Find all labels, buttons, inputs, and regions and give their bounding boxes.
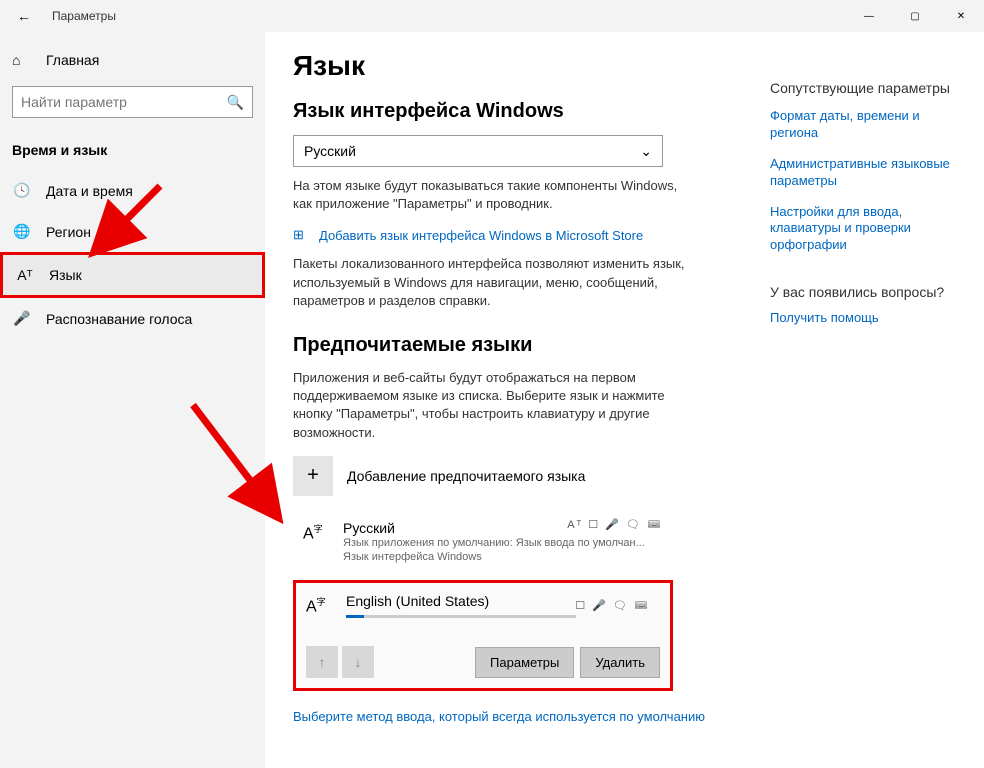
dropdown-value: Русский	[304, 143, 356, 159]
clock-icon: 🕓	[12, 182, 32, 199]
sidebar-item-label: Распознавание голоса	[46, 311, 192, 327]
language-icon: Aᵀ	[15, 267, 35, 283]
related-heading: Сопутствующие параметры	[770, 80, 970, 96]
language-meta: Язык интерфейса Windows	[343, 550, 663, 564]
sidebar-item-label: Язык	[49, 267, 82, 283]
related-link[interactable]: Настройки для ввода, клавиатуры и провер…	[770, 204, 970, 255]
language-icon: A字	[303, 520, 333, 565]
display-language-dropdown[interactable]: Русский ⌄	[293, 135, 663, 167]
language-feature-icons: Aᵀ ☐ 🎤 🗨 ⌨	[567, 518, 663, 531]
back-button[interactable]: ←	[4, 8, 44, 24]
store-icon: ⊞	[293, 227, 311, 243]
questions-heading: У вас появились вопросы?	[770, 284, 970, 300]
add-language-button[interactable]: +	[293, 456, 333, 496]
language-card-russian[interactable]: A字 Русский Язык приложения по умолчанию:…	[293, 512, 673, 573]
move-down-button[interactable]: ↓	[342, 646, 374, 678]
related-link[interactable]: Формат даты, времени и региона	[770, 108, 970, 142]
language-delete-button[interactable]: Удалить	[580, 647, 660, 678]
window-title: Параметры	[52, 9, 116, 23]
chevron-down-icon: ⌄	[640, 143, 652, 160]
related-link[interactable]: Административные языковые параметры	[770, 156, 970, 190]
add-language-row[interactable]: + Добавление предпочитаемого языка	[293, 456, 956, 496]
mic-icon: 🎤	[12, 310, 32, 327]
maximize-button[interactable]: ▢	[892, 0, 938, 32]
language-card-english[interactable]: A字 English (United States) ☐ 🎤 🗨 ⌨ ↑ ↓ П…	[293, 580, 673, 691]
language-feature-icons: ☐ 🎤 🗨 ⌨	[575, 599, 650, 612]
display-lang-desc: На этом языке будут показываться такие к…	[293, 177, 693, 213]
preferred-desc: Приложения и веб-сайты будут отображатьс…	[293, 369, 693, 442]
language-options-button[interactable]: Параметры	[475, 647, 574, 678]
sidebar-item-language[interactable]: Aᵀ Язык	[0, 252, 265, 298]
progress-bar	[346, 615, 576, 618]
sidebar-item-label: Дата и время	[46, 183, 133, 199]
search-icon: 🔍	[227, 94, 244, 111]
move-up-button[interactable]: ↑	[306, 646, 338, 678]
minimize-button[interactable]: —	[846, 0, 892, 32]
sidebar-item-region[interactable]: 🌐 Регион	[0, 211, 265, 252]
titlebar: ← Параметры — ▢ ✕	[0, 0, 984, 32]
language-icon: A字	[306, 593, 336, 618]
search-input[interactable]	[21, 94, 227, 110]
home-icon: ⌂	[12, 52, 32, 68]
language-meta: Язык приложения по умолчанию: Язык ввода…	[343, 536, 663, 550]
globe-icon: 🌐	[12, 223, 32, 240]
sidebar-item-label: Регион	[46, 224, 91, 240]
page-title: Язык	[293, 50, 956, 82]
add-language-label: Добавление предпочитаемого языка	[347, 468, 585, 484]
default-input-link[interactable]: Выберите метод ввода, который всегда исп…	[293, 709, 705, 724]
sidebar: ⌂ Главная 🔍 Время и язык 🕓 Дата и время …	[0, 32, 265, 768]
packs-desc: Пакеты локализованного интерфейса позвол…	[293, 255, 693, 310]
help-link[interactable]: Получить помощь	[770, 310, 970, 327]
search-box[interactable]: 🔍	[12, 86, 253, 118]
sidebar-item-datetime[interactable]: 🕓 Дата и время	[0, 170, 265, 211]
close-button[interactable]: ✕	[938, 0, 984, 32]
sidebar-group-header: Время и язык	[0, 128, 265, 170]
related-settings-pane: Сопутствующие параметры Формат даты, вре…	[770, 80, 970, 341]
sidebar-item-speech[interactable]: 🎤 Распознавание голоса	[0, 298, 265, 339]
home-label: Главная	[46, 52, 99, 68]
home-link[interactable]: ⌂ Главная	[0, 44, 265, 76]
store-link-label: Добавить язык интерфейса Windows в Micro…	[319, 228, 643, 243]
